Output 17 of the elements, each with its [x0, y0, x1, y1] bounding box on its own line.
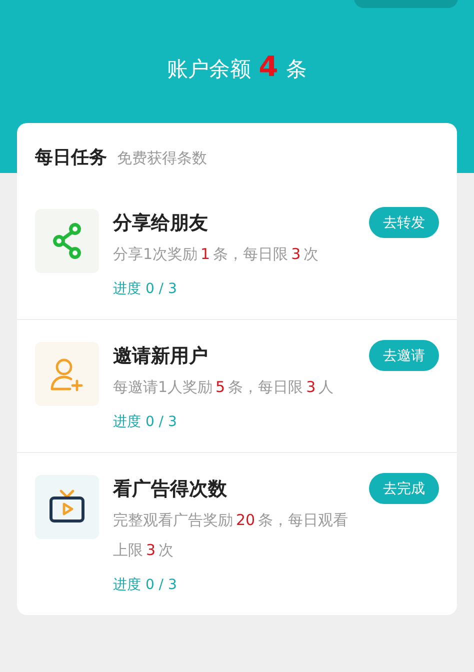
share-icon	[52, 222, 82, 260]
task-description: 每邀请1人奖励 5 条，每日限 3 人	[113, 377, 335, 398]
balance-unit: 条	[286, 56, 308, 83]
task-title: 看广告得次数	[113, 477, 228, 502]
tv-play-icon	[48, 489, 86, 525]
task-description: 分享1次奖励 1 条，每日限 3 次	[113, 244, 320, 265]
task-description: 完整观看广告奖励 20 条，每日观看上限 3 次	[113, 510, 349, 561]
section-subtitle: 免费获得条数	[117, 149, 207, 168]
balance-label: 账户余额	[166, 56, 251, 83]
balance-amount: 4	[258, 50, 278, 83]
task-title: 分享给朋友	[113, 211, 209, 236]
section-title: 每日任务	[35, 146, 107, 169]
task-button[interactable]: 去转发	[369, 207, 439, 238]
task-button[interactable]: 去完成	[369, 473, 439, 504]
task-title: 邀请新用户	[113, 344, 209, 369]
add-user-icon	[49, 356, 85, 392]
task-button[interactable]: 去邀请	[369, 340, 439, 371]
